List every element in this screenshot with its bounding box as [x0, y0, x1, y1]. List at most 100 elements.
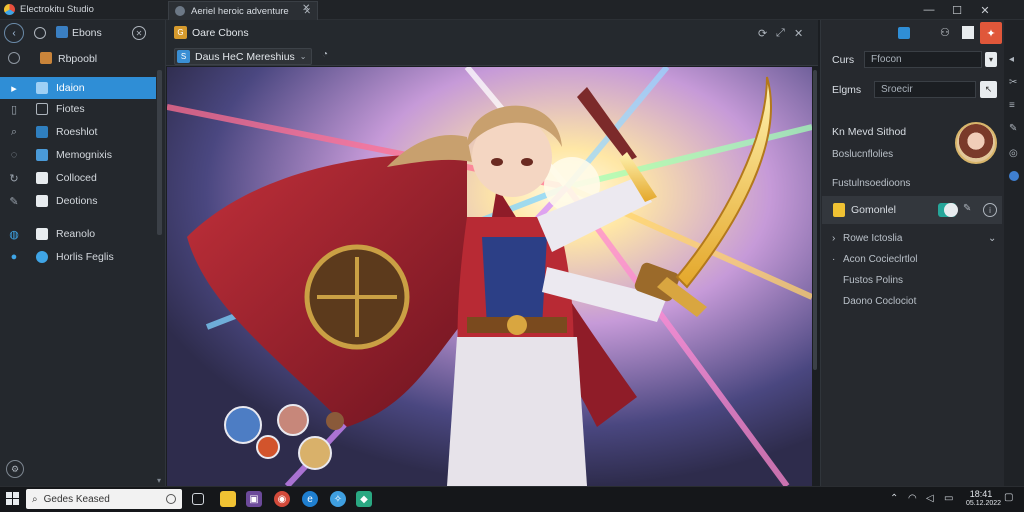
sidebar-item-idaion[interactable]: ▸ Idaion	[0, 77, 156, 99]
chevron-down-icon[interactable]: ⌄	[988, 233, 996, 244]
info-icon[interactable]: i	[983, 203, 997, 217]
selected-item-label: Gomonlel	[851, 204, 896, 216]
field1-label: Curs	[832, 54, 855, 66]
sub-item[interactable]: Rowe Ictoslia	[843, 233, 902, 244]
sidebar-scrollbar[interactable]	[157, 70, 162, 235]
field2-input[interactable]: Sroecir	[874, 81, 976, 98]
sub-item[interactable]: Daono Coclociot	[843, 296, 916, 307]
search-icon: ⌕	[32, 493, 38, 505]
explorer-icon[interactable]	[220, 491, 236, 507]
sidebar-item-reanolo[interactable]: ◍ Reanolo	[0, 223, 156, 245]
sidebar-item-colloced[interactable]: ↻ Colloced	[0, 167, 156, 189]
taskbar-search[interactable]: ⌕ Gedes Keased	[26, 489, 182, 509]
selected-row[interactable]	[822, 196, 1002, 224]
dot-icon: ·	[832, 254, 836, 265]
settings-app-icon[interactable]: ✧	[330, 491, 346, 507]
sidebar-item-label: Colloced	[56, 172, 97, 184]
rail-tools-icon[interactable]: ✂	[1009, 77, 1017, 88]
sync-icon: ↻	[9, 172, 19, 185]
start-icon[interactable]	[6, 492, 19, 505]
bookmark-icon	[833, 203, 845, 217]
settings-icon[interactable]: ⚙	[6, 460, 24, 478]
title-bar: Electrokitu Studio	[0, 0, 1024, 20]
edge-icon[interactable]: e	[302, 491, 318, 507]
item-box-icon	[36, 82, 48, 94]
sidebar-item-label: Deotions	[56, 195, 98, 207]
tab-app-icon	[175, 6, 185, 16]
maximize-button[interactable]: ☐	[944, 0, 970, 20]
browser-icon[interactable]: ◉	[274, 491, 290, 507]
breadcrumb-icon: S	[177, 50, 190, 63]
back-icon[interactable]: ‹	[4, 23, 24, 43]
breadcrumb[interactable]: S Daus HeC Mereshius ⌄	[174, 48, 312, 65]
canvas-scrollbar[interactable]	[813, 70, 817, 370]
notification-icon[interactable]: ▢	[1004, 492, 1013, 503]
scroll-down-icon[interactable]: ▾	[157, 476, 161, 485]
expand-icon[interactable]: ⤢	[776, 27, 785, 40]
avatar[interactable]	[955, 122, 997, 164]
field1-input[interactable]: Ffocon	[864, 51, 982, 68]
sidebar-header-title: Ebons	[72, 27, 102, 39]
close-button[interactable]: ✕	[972, 0, 998, 20]
sub-item[interactable]: Acon Cocieclrtlol	[843, 254, 917, 265]
sub-item[interactable]: Fustos Polins	[843, 275, 903, 286]
item-box-icon	[36, 126, 48, 138]
rail-brush-icon[interactable]: ✎	[1009, 123, 1017, 134]
sidebar-item-label: Roeshlot	[56, 126, 98, 138]
share-icon[interactable]	[898, 27, 910, 39]
panel-close-icon[interactable]: ✕	[794, 27, 803, 40]
toggle-knob	[944, 203, 958, 217]
close-circle-icon[interactable]: ✕	[132, 26, 146, 40]
tray-date: 05.12.2022	[966, 500, 1002, 507]
taskbar-search-placeholder: Gedes Keased	[43, 493, 110, 505]
sidebar-item-memognixis[interactable]: ◌ Memognixis	[0, 144, 156, 166]
sidebar-item-label: Fiotes	[56, 103, 85, 115]
artwork-canvas[interactable]	[167, 67, 812, 486]
sidebar-item-roeshlot[interactable]: ⌕ Roeshlot	[0, 121, 156, 143]
chat-icon: ◌	[10, 149, 18, 161]
file-icon: ▯	[10, 103, 18, 116]
account-icon[interactable]: ⚇	[940, 26, 950, 39]
profile-name: Kn Mevd Sithod	[832, 126, 907, 138]
sidebar-item-label: Memognixis	[56, 149, 113, 161]
tab-title: Aeriel heroic adventure	[191, 5, 289, 17]
sidebar-item-horlis-feglis[interactable]: ● Horlis Feglis	[0, 246, 156, 268]
globe-icon: ◍	[9, 228, 19, 241]
rail-back-icon[interactable]: ◂	[1009, 54, 1014, 65]
app-logo-icon	[4, 4, 15, 15]
tab-active[interactable]: Aeriel heroic adventure ✕	[168, 1, 318, 20]
new-tab-icon[interactable]: ✕	[302, 3, 310, 14]
search-icon: ⌕	[10, 125, 18, 138]
taskview-icon[interactable]	[192, 493, 204, 505]
edit-icon[interactable]: ✎	[963, 203, 971, 214]
minimize-button[interactable]: —	[916, 0, 942, 20]
refresh-icon[interactable]: ⟳	[758, 27, 767, 40]
tray-battery-icon[interactable]: ▭	[944, 493, 953, 504]
field1-dropdown-icon[interactable]: ▾	[985, 52, 997, 67]
pin-icon[interactable]: ◔	[322, 49, 328, 60]
panel-title: Oare Cbons	[192, 26, 249, 39]
tray-clock[interactable]: 18:41 05.12.2022	[966, 489, 1002, 509]
field2-action-icon[interactable]: ↖	[980, 81, 997, 98]
sidebar-item-deotions[interactable]: ✎ Deotions	[0, 190, 156, 212]
item-box-icon	[36, 103, 48, 115]
app-purple-icon[interactable]: ▣	[246, 491, 262, 507]
rail-target-icon[interactable]: ◎	[1009, 148, 1018, 159]
extension-icon[interactable]: ✦	[980, 22, 1002, 44]
tray-chevron-icon[interactable]: ⌃	[890, 493, 898, 504]
expand-chevron-icon[interactable]: ›	[832, 233, 835, 244]
rail-layers-icon[interactable]: ≡	[1009, 100, 1015, 111]
search-clear-icon[interactable]	[166, 494, 176, 504]
clock-icon	[8, 52, 20, 64]
studio-taskbar-icon[interactable]: ◆	[356, 491, 372, 507]
sidebar-item-label: Horlis Feglis	[56, 251, 114, 263]
history-icon[interactable]	[34, 27, 46, 39]
field2-label: Elgms	[832, 84, 862, 96]
item-box-icon	[36, 172, 48, 184]
rail-globe-icon[interactable]	[1009, 171, 1019, 181]
sidebar-item-fiotes[interactable]: ▯ Fiotes	[0, 98, 156, 120]
tray-volume-icon[interactable]: ◁	[926, 493, 934, 504]
chevron-down-icon: ⌄	[299, 52, 307, 61]
document-icon[interactable]	[962, 26, 974, 39]
tray-network-icon[interactable]: ◠	[908, 493, 917, 504]
